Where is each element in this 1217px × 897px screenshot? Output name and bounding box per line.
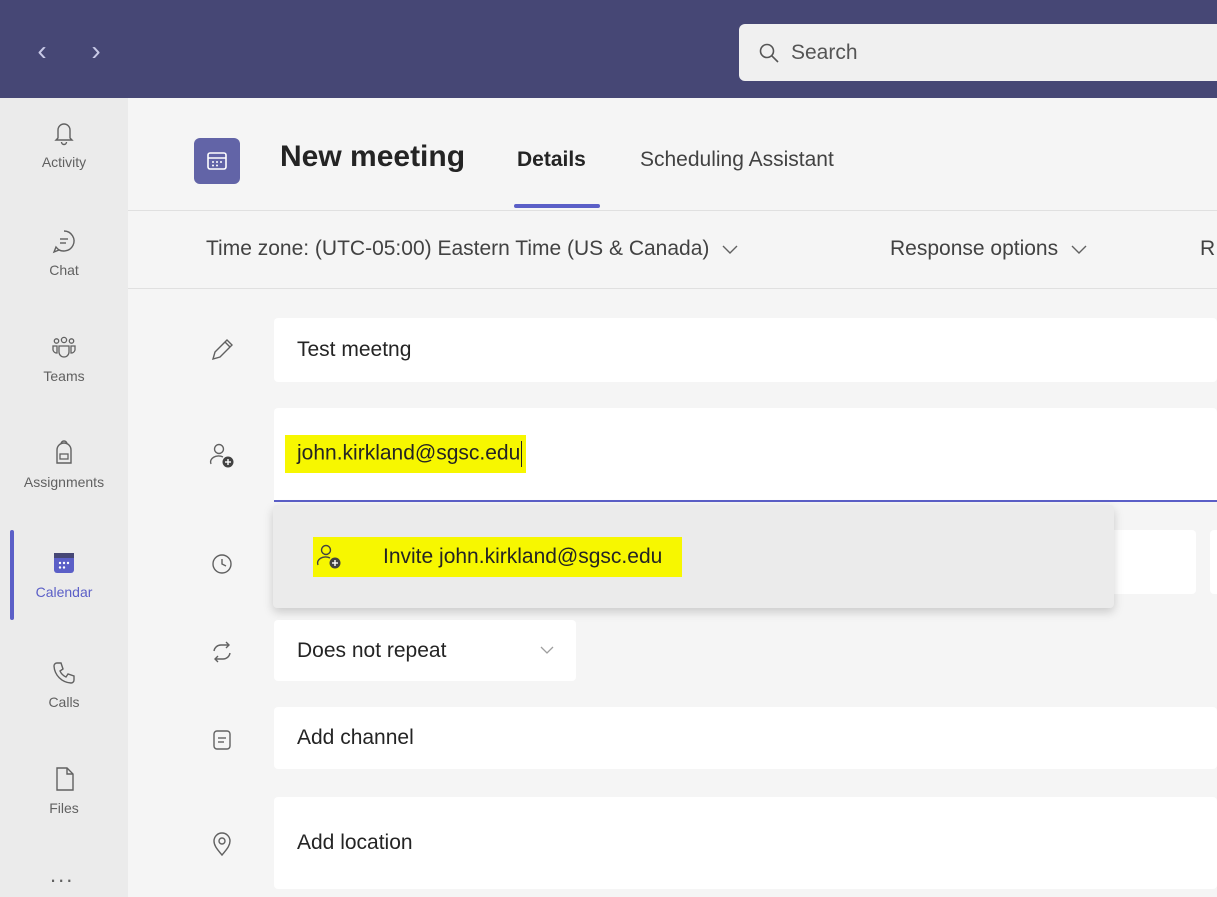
chevron-down-icon: [540, 646, 554, 654]
repeat-value: Does not repeat: [297, 638, 447, 662]
teams-icon: [52, 336, 76, 358]
rail-item-calendar[interactable]: Calendar: [0, 528, 128, 632]
backpack-icon: [56, 440, 72, 464]
rail-label: Chat: [49, 262, 79, 278]
app-rail: Activity Chat Teams Assignments Calendar…: [0, 98, 128, 897]
tab-scheduling-assistant[interactable]: Scheduling Assistant: [640, 148, 834, 172]
calendar-icon: [54, 553, 74, 573]
search-box[interactable]: Search: [739, 24, 1217, 81]
attendee-input-value: john.kirkland@sgsc.edu: [285, 435, 527, 473]
active-tab-indicator: [514, 204, 600, 208]
search-icon: [759, 43, 779, 63]
invite-suggestion-item[interactable]: Invite john.kirkland@sgsc.edu: [313, 537, 683, 577]
invite-suggestion-label: Invite john.kirkland@sgsc.edu: [383, 545, 663, 568]
repeat-dropdown[interactable]: Does not repeat: [274, 620, 576, 681]
file-icon: [56, 767, 74, 791]
chevron-down-icon: [1071, 245, 1087, 254]
rail-item-activity[interactable]: Activity: [0, 98, 128, 202]
response-options-dropdown[interactable]: Response options: [890, 237, 1088, 261]
forward-button[interactable]: ›: [84, 34, 108, 68]
title-bar: ‹ › Search: [0, 0, 1217, 98]
search-placeholder: Search: [791, 40, 858, 64]
rail-item-teams[interactable]: Teams: [0, 312, 128, 416]
response-options-label: Response options: [890, 237, 1059, 260]
more-apps-button[interactable]: ...: [50, 864, 74, 886]
rail-label: Files: [49, 800, 79, 816]
attendee-suggestions: Invite john.kirkland@sgsc.edu: [273, 505, 1114, 608]
channel-icon: [213, 730, 231, 750]
page-title: New meeting: [280, 140, 466, 173]
location-icon: [213, 832, 231, 857]
rail-item-chat[interactable]: Chat: [0, 206, 128, 310]
rail-label: Teams: [43, 368, 85, 384]
rail-label: Calendar: [35, 584, 93, 600]
rail-item-files[interactable]: Files: [0, 744, 128, 848]
clock-icon: [212, 554, 232, 574]
time-zone-dropdown[interactable]: Time zone: (UTC-05:00) Eastern Time (US …: [206, 237, 739, 261]
rail-label: Activity: [41, 154, 87, 170]
tab-details[interactable]: Details: [517, 148, 586, 172]
repeat-icon: [213, 641, 231, 663]
pencil-icon: [211, 339, 233, 361]
rail-label: Assignments: [23, 474, 105, 490]
rail-item-assignments[interactable]: Assignments: [0, 418, 128, 522]
meeting-title-input[interactable]: Test meetng: [274, 318, 1217, 382]
calendar-icon: [194, 138, 240, 184]
start-time-input[interactable]: [1210, 530, 1217, 594]
chevron-down-icon: [722, 245, 738, 254]
rail-active-indicator: [10, 530, 14, 620]
bell-icon: [54, 123, 74, 146]
attendee-input[interactable]: john.kirkland@sgsc.edu: [274, 408, 1217, 502]
time-zone-label: Time zone: (UTC-05:00) Eastern Time (US …: [206, 237, 710, 260]
add-person-icon: [209, 443, 234, 468]
toolbar-item-truncated[interactable]: R: [1200, 237, 1215, 261]
chat-icon: [52, 230, 75, 254]
rail-label: Calls: [48, 694, 80, 710]
meeting-header: New meeting Details Scheduling Assistant: [128, 98, 1217, 210]
phone-icon: [53, 662, 75, 684]
channel-input[interactable]: Add channel: [274, 707, 1217, 769]
meeting-toolbar: Time zone: (UTC-05:00) Eastern Time (US …: [128, 210, 1217, 289]
location-input[interactable]: Add location: [274, 797, 1217, 889]
add-person-icon: [316, 544, 341, 569]
rail-item-calls[interactable]: Calls: [0, 638, 128, 742]
back-button[interactable]: ‹: [30, 34, 54, 68]
